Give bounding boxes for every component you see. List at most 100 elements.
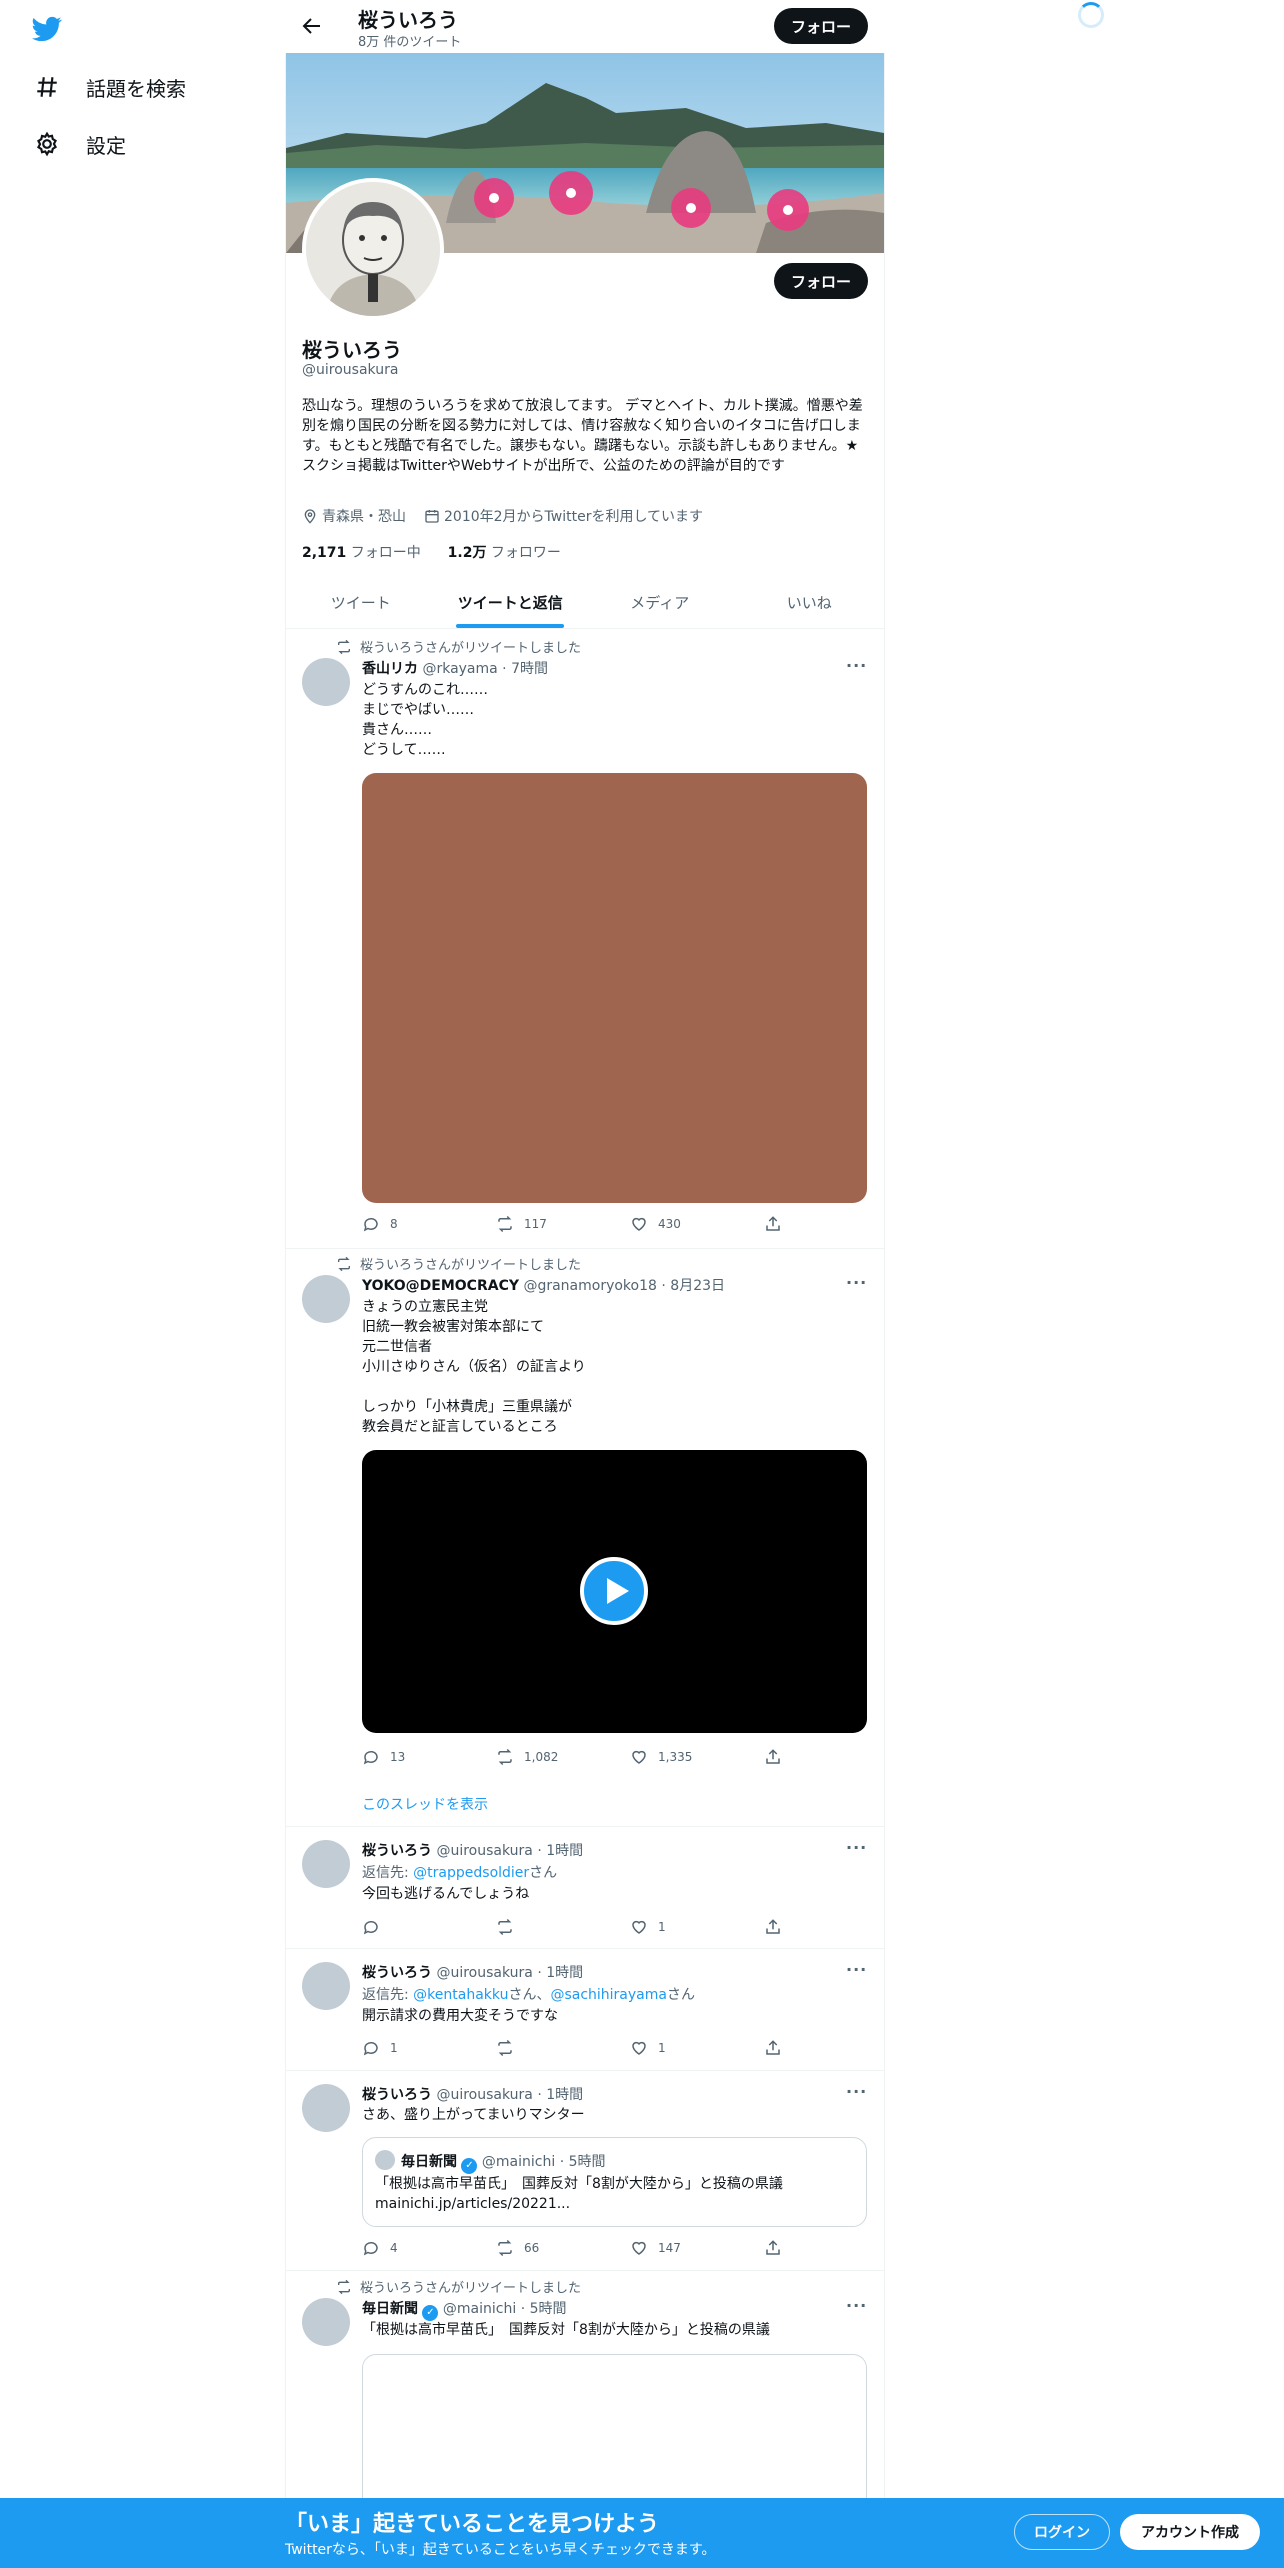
tweet-divider <box>286 1948 884 1949</box>
reply-mention-link[interactable]: @kentahakku <box>413 1987 508 2003</box>
profile-follow-button[interactable]: フォロー <box>774 263 868 299</box>
reply-prefix: 返信先: <box>362 1987 414 2003</box>
tweet-media-image[interactable] <box>362 773 867 1203</box>
more-options-icon[interactable]: ··· <box>846 656 867 675</box>
like-button[interactable]: 1,335 <box>630 1748 730 1766</box>
tweet-header: 毎日新聞 ✓ @mainichi · 5時間 <box>362 2298 567 2321</box>
tweet-avatar[interactable] <box>302 1275 350 1323</box>
tweet-author-name[interactable]: YOKO@DEMOCRACY <box>362 1278 519 1294</box>
tweet-text: 「根拠は高市早苗氏」 国葬反対「8割が大陸から」と投稿の県議 <box>362 2322 770 2338</box>
retweet-button[interactable] <box>496 1918 596 1936</box>
share-button[interactable] <box>764 1918 782 1936</box>
tweet-avatar[interactable] <box>302 1962 350 2010</box>
reply-count: 13 <box>390 1750 406 1764</box>
reply-button[interactable] <box>362 1918 462 1936</box>
more-options-icon[interactable]: ··· <box>846 2082 867 2101</box>
show-thread-link[interactable]: このスレッドを表示 <box>362 1794 488 1814</box>
tweet-time[interactable]: 1時間 <box>546 1843 583 1859</box>
tweet-time[interactable]: 7時間 <box>511 661 548 677</box>
tweet-text: どうすんのこれ…… まじでやばい…… 貴さん…… どうして…… <box>362 682 488 758</box>
profile-joined-date: 2010年2月からTwitterを利用しています <box>444 509 704 525</box>
tweet-author-name[interactable]: 毎日新聞 <box>362 2301 418 2317</box>
tab-tweets[interactable]: ツイート <box>286 576 436 628</box>
profile-avatar[interactable] <box>302 178 444 320</box>
retweet-count: 66 <box>524 2241 540 2255</box>
tweet-author-name[interactable]: 桜ういろう <box>362 2087 432 2103</box>
tweet-header: 桜ういろう @uirousakura · 1時間 <box>362 1965 584 1981</box>
play-button-icon[interactable] <box>580 1557 648 1625</box>
share-button[interactable] <box>764 1748 782 1766</box>
like-button[interactable]: 430 <box>630 1215 730 1233</box>
more-options-icon[interactable]: ··· <box>846 1960 867 1979</box>
tweet-author-name[interactable]: 桜ういろう <box>362 1843 432 1859</box>
tweet-author-handle[interactable]: @uirousakura <box>436 1965 532 1981</box>
reply-suffix: さん <box>529 1865 558 1881</box>
tweet-text: さあ、盛り上がってまいりマシター <box>362 2107 585 2123</box>
retweet-button[interactable]: 117 <box>496 1215 596 1233</box>
tweet-header: 桜ういろう @uirousakura · 1時間 <box>362 1843 584 1859</box>
tweet-author-handle[interactable]: @granamoryoko18 <box>523 1278 656 1294</box>
more-options-icon[interactable]: ··· <box>846 1273 867 1292</box>
reply-button[interactable]: 8 <box>362 1215 462 1233</box>
tweet-time[interactable]: 1時間 <box>546 1965 583 1981</box>
reply-button[interactable]: 13 <box>362 1748 462 1766</box>
tweet-author-handle[interactable]: @mainichi <box>443 2301 516 2317</box>
tab-media[interactable]: メディア <box>585 576 735 628</box>
tweet-author-name[interactable]: 香山リカ <box>362 661 418 677</box>
profile-handle: @uirousakura <box>302 362 399 378</box>
nav-item-explore[interactable]: 話題を検索 <box>34 65 186 109</box>
heart-icon <box>632 1217 646 1231</box>
twitter-logo-icon[interactable] <box>30 14 64 44</box>
reply-button[interactable]: 4 <box>362 2239 462 2257</box>
retweet-indicator: 桜ういろうさんがリツイートしました <box>336 1254 581 1273</box>
reply-prefix: 返信先: <box>362 1865 414 1881</box>
tweet-time[interactable]: 5時間 <box>530 2301 567 2317</box>
more-options-icon[interactable]: ··· <box>846 1838 867 1857</box>
retweet-button[interactable]: 1,082 <box>496 1748 596 1766</box>
more-options-icon[interactable]: ··· <box>846 2296 867 2315</box>
tweet-actions: 4 66 147 <box>362 2239 782 2257</box>
hashtag-icon <box>37 77 57 97</box>
share-button[interactable] <box>764 2039 782 2057</box>
share-button[interactable] <box>764 1215 782 1233</box>
tab-likes[interactable]: いいね <box>735 576 885 628</box>
tweet-time[interactable]: 1時間 <box>546 2087 583 2103</box>
retweet-button[interactable]: 66 <box>496 2239 596 2257</box>
signup-banner-title: 「いま」起きていることを見つけよう <box>285 2512 660 2537</box>
tweet-author-name[interactable]: 桜ういろう <box>362 1965 432 1981</box>
share-button[interactable] <box>764 2239 782 2257</box>
tweet-author-handle[interactable]: @uirousakura <box>436 2087 532 2103</box>
quoted-tweet-card[interactable]: 毎日新聞 ✓ @mainichi · 5時間 「根拠は高市早苗氏」 国葬反対「8… <box>362 2137 867 2227</box>
like-button[interactable]: 147 <box>630 2239 730 2257</box>
tweet-author-handle[interactable]: @rkayama <box>422 661 497 677</box>
tweet-author-handle[interactable]: @uirousakura <box>436 1843 532 1859</box>
tweet-header: 桜ういろう @uirousakura · 1時間 <box>362 2087 584 2103</box>
like-button[interactable]: 1 <box>630 2039 730 2057</box>
verified-badge-icon: ✓ <box>461 2158 478 2174</box>
heart-icon <box>632 1750 646 1764</box>
retweet-button[interactable] <box>496 2039 596 2057</box>
tweet-actions: 13 1,082 1,335 <box>362 1748 782 1766</box>
retweet-small-icon <box>338 639 350 654</box>
tweet-time[interactable]: 8月23日 <box>670 1278 725 1294</box>
following-link[interactable]: 2,171 フォロー中 <box>302 545 421 561</box>
reply-mention-link[interactable]: @sachihirayama <box>550 1987 667 2003</box>
tweet-video-player[interactable] <box>362 1450 867 1733</box>
tweet-avatar[interactable] <box>302 658 350 706</box>
back-arrow-icon[interactable] <box>300 14 324 38</box>
followers-link[interactable]: 1.2万 フォロワー <box>448 545 561 561</box>
signup-button[interactable]: アカウント作成 <box>1120 2514 1260 2550</box>
retweet-indicator: 桜ういろうさんがリツイートしました <box>336 637 581 656</box>
nav-item-settings[interactable]: 設定 <box>34 122 126 166</box>
login-button[interactable]: ログイン <box>1014 2514 1110 2550</box>
tweet-avatar[interactable] <box>302 2084 350 2132</box>
tweet-avatar[interactable] <box>302 1840 350 1888</box>
reply-mention-link[interactable]: @trappedsoldier <box>413 1865 529 1881</box>
like-button[interactable]: 1 <box>630 1918 730 1936</box>
reply-button[interactable]: 1 <box>362 2039 462 2057</box>
header-follow-button[interactable]: フォロー <box>774 8 868 44</box>
reply-suffix: さん <box>666 1987 695 2003</box>
tweet-avatar[interactable] <box>302 2298 350 2346</box>
tab-tweets-and-replies[interactable]: ツイートと返信 <box>436 576 586 628</box>
link-card[interactable] <box>362 2354 867 2514</box>
